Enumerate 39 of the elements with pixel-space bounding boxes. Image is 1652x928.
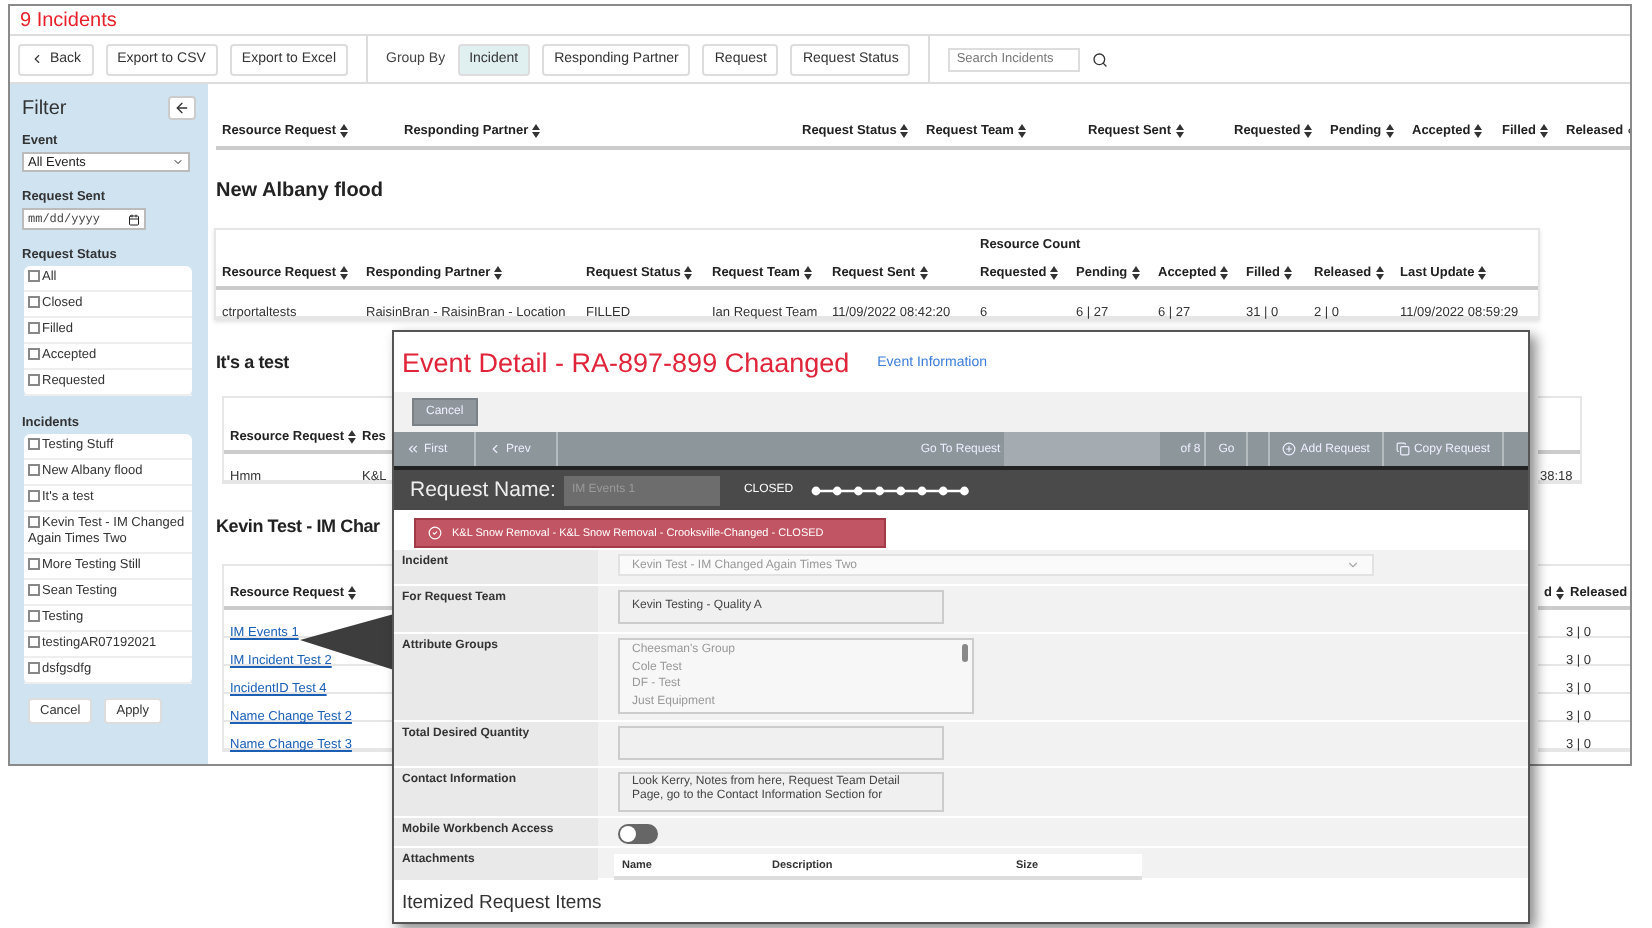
checkbox[interactable] xyxy=(28,374,40,386)
request-number-field[interactable] xyxy=(1004,432,1161,466)
double-chevron-left-icon xyxy=(406,442,420,456)
chevron-down-icon xyxy=(1346,558,1360,572)
search-icon[interactable] xyxy=(1092,51,1109,67)
checkbox[interactable] xyxy=(28,490,40,502)
checkbox[interactable] xyxy=(28,584,40,596)
checkbox[interactable] xyxy=(28,322,40,334)
section-heading: Itemized Request Items xyxy=(394,880,1528,914)
arrow-left-icon xyxy=(174,100,190,116)
checkbox[interactable] xyxy=(28,464,40,476)
checkbox[interactable] xyxy=(28,296,40,308)
checkbox[interactable] xyxy=(28,516,40,528)
filter-title: Filter xyxy=(22,97,67,119)
check-circle-icon xyxy=(428,526,442,540)
group-title: It's a test xyxy=(216,352,289,372)
checkbox[interactable] xyxy=(28,270,40,282)
text-field[interactable] xyxy=(618,726,944,760)
collapse-button[interactable] xyxy=(168,96,196,120)
checkbox[interactable] xyxy=(28,636,40,648)
toggle-switch[interactable] xyxy=(618,824,658,844)
request-name-label: Request Name: xyxy=(410,478,556,502)
dialog-title: Event Detail - RA-897-899 Chaanged xyxy=(402,347,850,377)
chevron-left-icon xyxy=(488,442,502,456)
copy-icon xyxy=(1395,442,1410,456)
plus-circle-icon xyxy=(1282,442,1297,456)
chevron-left-icon xyxy=(30,52,44,66)
callout-pointer xyxy=(300,612,394,672)
scrollbar-thumb[interactable] xyxy=(962,644,968,662)
group-title: New Albany flood xyxy=(216,180,384,202)
checkbox[interactable] xyxy=(28,610,40,622)
checkbox[interactable] xyxy=(28,558,40,570)
checkbox[interactable] xyxy=(28,438,40,450)
chevron-down-icon xyxy=(172,156,184,168)
checkbox[interactable] xyxy=(28,348,40,360)
group-title: Kevin Test - IM Char xyxy=(216,516,380,536)
page-title: 9 Incidents xyxy=(20,10,117,32)
calendar-icon[interactable] xyxy=(128,213,140,225)
checkbox[interactable] xyxy=(28,662,40,674)
